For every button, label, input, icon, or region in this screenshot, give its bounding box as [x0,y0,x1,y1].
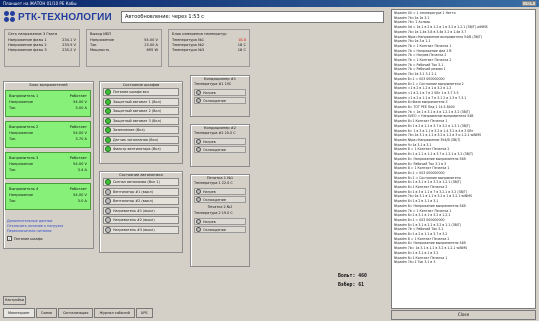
brand-logo: РТК-ТЕХНОЛОГИИ [4,9,112,25]
tab-scheme[interactable]: Схема [35,308,57,318]
stats-line-2: Вэбер: 61 [338,283,364,288]
status-led-icon [105,188,111,195]
status-led-icon [196,219,201,224]
status-led-icon [105,207,111,214]
window-controls[interactable]: – ▢ ✕ [522,1,536,6]
tab-ups[interactable]: UPS [135,308,153,318]
status-led-icon [196,98,201,103]
mains-voltage-box: Сеть напряжение 3 Гвата Напряжение фазы … [4,29,80,67]
status-led-icon [196,147,201,152]
window-titlebar: Планшет на ЖАТОН 01/10 РЕ Кабы – ▢ ✕ [0,0,539,7]
status-led-icon [196,139,201,144]
status-item[interactable]: Заземление (Вкл) [103,126,179,134]
status-led-icon [105,136,111,143]
conditioner-1-temp: Температура #1 19С [194,82,232,86]
status-led-icon [105,89,111,95]
conditioner-1-panel: Кондиционер #1 Температура #1 19С Нагрев… [190,75,250,117]
status-led-icon [105,127,111,133]
status-led-icon [105,98,111,105]
logo-icon [4,10,16,24]
ups-row: Мощность 695 W [90,48,158,52]
autoupdate-field[interactable]: Автообновление: через 1:53 с [121,11,384,23]
status-item[interactable]: Фильтр вентилятора (Вкл) [103,145,179,153]
settings-button[interactable]: Настройки [3,296,26,305]
heater-panel: Печатка 1 №1 Температура 1 22.0 С Нагрев… [190,174,250,267]
status-item[interactable]: Защитный автомат 3 (Вкл) [103,116,179,125]
bottom-tabs: Мониторинг Схема Сигнализация Журнал соб… [3,308,154,318]
window-title: Планшет на ЖАТОН 01/10 РЕ Кабы [3,1,77,6]
stats-block: Вольт: 460 Вэбер: 61 [338,272,367,290]
cabinet-status-panel: Состояние шкафов Питание шкафа вкл Защит… [99,81,183,164]
heater-temp-2: Температура 2 19.0 С [194,211,233,215]
heater-1-heat[interactable]: Нагрев [194,188,246,195]
auto-item[interactable]: Вентилятор #1 (выкл) [103,187,179,196]
automation-panel: Состояние автоматики Сигнал автономии (В… [99,171,183,253]
link-power-switches[interactable]: Переключатели питания [7,229,63,234]
status-led-icon [105,179,111,185]
status-led-icon [105,226,111,233]
tab-event-log[interactable]: Журнал событий [94,308,135,318]
conditioner-1-cool[interactable]: Охлаждение [194,97,246,104]
close-button[interactable]: Close [391,310,536,320]
rectifier-panel-title: Блок выпрямителей [29,83,68,87]
conditioner-2-temp: Температура #2 20.0 С [194,131,236,135]
heater-temp-1: Температура 1 22.0 С [194,181,233,185]
status-led-icon [105,217,111,223]
heater-2-heat[interactable]: Нагрев [194,218,246,225]
status-led-icon [196,189,201,194]
cabinet-power-checkbox[interactable]: ✓ Питание шкафа [7,236,43,241]
tab-monitoring[interactable]: Мониторинг [3,308,35,318]
stats-line-1: Вольт: 460 [338,274,367,279]
auto-item[interactable]: Нагреватель #3 (выкл) [103,225,179,234]
mains-voltage-title: Сеть напряжение 3 Гвата [8,32,58,36]
rectifier-4-box[interactable]: Выпрямитель 4 Работает Напряжение 54.00 V … [5,183,91,210]
mains-row: Напряжение фазы 3 235.2 V [8,48,76,52]
ups-output-title: Выход ИБП [90,32,112,36]
auto-item[interactable]: Нагреватель #2 (выкл) [103,216,179,224]
status-led-icon [196,197,201,202]
auto-item[interactable]: Вентилятор #2 (выкл) [103,197,179,205]
tab-alarms[interactable]: Сигнализация [57,308,94,318]
checkbox-label: Питание шкафа [14,236,43,241]
conditioner-1-heat[interactable]: Нагрев [194,89,246,96]
brand-name: РТК-ТЕХНОЛОГИИ [18,11,112,23]
ups-output-box: Выход ИБП Напряжение 54.00 V Ток 13.00 A М… [86,29,162,67]
auto-item[interactable]: Сигнал автономии (Вкл 1) [103,178,179,186]
status-item[interactable]: Датчик затопления (Вкл) [103,135,179,144]
checkbox-mark[interactable]: ✓ [7,236,12,241]
status-led-icon [196,227,201,232]
auto-item[interactable]: Нагреватель #1 (выкл) [103,206,179,215]
links-block: Дополнительные данные Отключить питание … [7,219,63,234]
rectifier-1-box[interactable]: Выпрямитель 1 Работает Напряжение 54.00 V … [5,90,91,117]
temperature-box: Блок измерения температур Температура №1… [168,29,250,67]
conditioner-2-panel: Кондиционер #2 Температура #2 20.0 С Наг… [190,124,250,167]
status-led-icon [105,108,111,114]
status-item[interactable]: Питание шкафа вкл [103,88,179,96]
status-item[interactable]: Защитный автомат 1 (Вкл) [103,97,179,106]
temperature-title: Блок измерения температур [172,32,227,36]
status-led-icon [105,198,111,204]
rectifier-3-box[interactable]: Выпрямитель 3 Работает Напряжение 54.00 V … [5,152,91,179]
log-line: Ntpadm 7b=1 Ток 3.1 в 3 [394,260,436,265]
conditioner-2-cool[interactable]: Охлаждение [194,146,246,153]
status-item[interactable]: Защитный автомат 2 (Вкл) [103,107,179,115]
temp-row: Температура №3 18 С [172,48,246,52]
status-led-icon [105,117,111,124]
heater-1-cool[interactable]: Охлаждение [194,196,246,203]
rectifier-2-box[interactable]: Выпрямитель 2 Работает Напряжение 54.00 V … [5,121,91,148]
conditioner-2-heat[interactable]: Нагрев [194,138,246,145]
status-led-icon [196,90,201,95]
event-log[interactable]: Ntpadm 00 = 1 температура 1 Нетто Ntpadm … [391,9,536,309]
status-led-icon [105,146,111,152]
heater-2-cool[interactable]: Охлаждение [194,226,246,233]
